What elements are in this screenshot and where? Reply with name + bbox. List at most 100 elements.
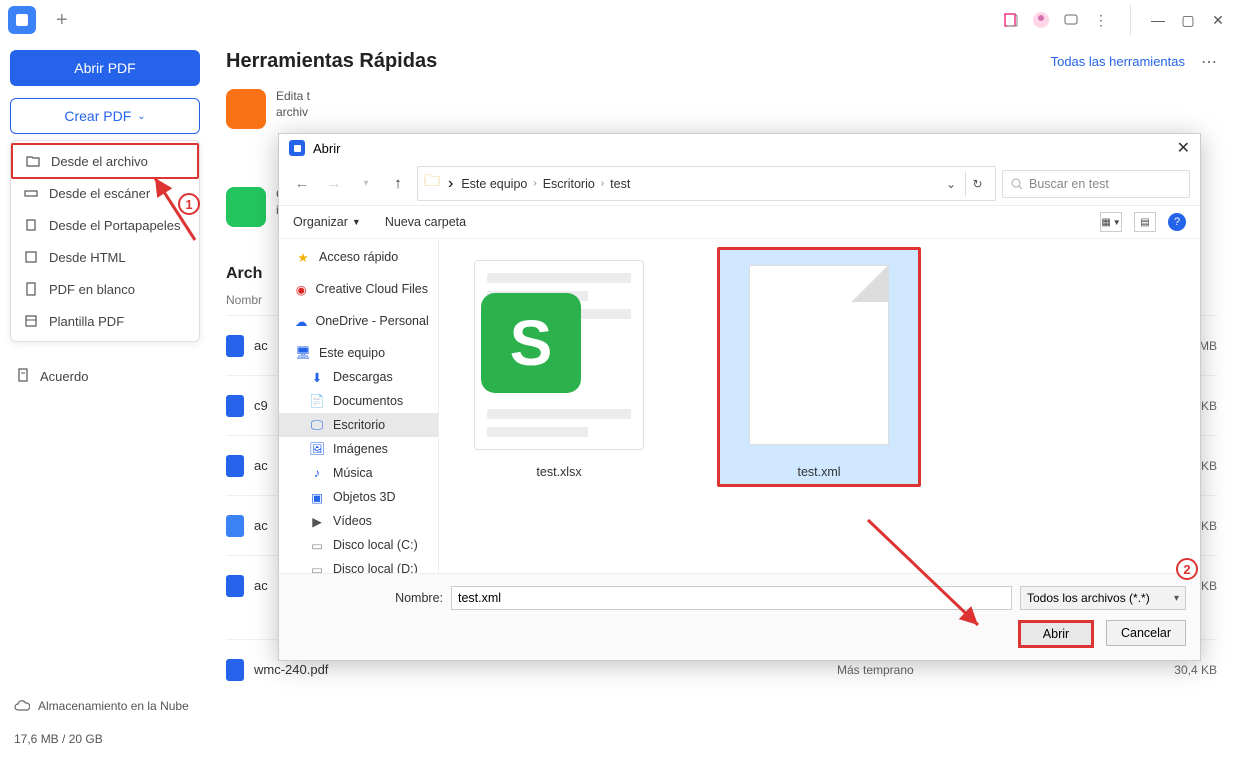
recent-size: KB [1201, 459, 1217, 473]
filename-input[interactable] [451, 586, 1012, 610]
tree-music[interactable]: ♪Música [279, 461, 438, 485]
chat-icon[interactable] [1062, 11, 1080, 29]
recent-name: ac [254, 578, 268, 593]
video-icon: ▶ [309, 513, 325, 529]
view-details-button[interactable]: ▤ [1134, 212, 1156, 232]
filetype-select[interactable]: Todos los archivos (*.*) [1020, 586, 1186, 610]
create-pdf-button[interactable]: Crear PDF ⌄ [10, 98, 200, 134]
chevron-right-icon: › [448, 175, 453, 193]
tree-desktop[interactable]: 🖵Escritorio [279, 413, 438, 437]
file-xlsx-label: test.xlsx [536, 465, 581, 479]
clipboard-icon [23, 217, 39, 233]
crumb-dropdown-button[interactable]: ⌄ [939, 172, 963, 196]
dialog-titlebar: Abrir ✕ [279, 134, 1200, 162]
crumb[interactable]: test [610, 177, 630, 191]
menu-template[interactable]: Plantilla PDF [11, 305, 199, 337]
spreadsheet-icon: S [481, 293, 581, 393]
nav-forward-button[interactable]: → [321, 171, 347, 197]
onedrive-icon: ☁ [295, 313, 308, 329]
crumb[interactable]: Este equipo [461, 177, 527, 191]
file-open-dialog: Abrir ✕ ← → ▾ ↑ 🗀 › Este equipo › Escrit… [278, 133, 1201, 661]
dialog-footer: Nombre: Todos los archivos (*.*) Abrir C… [279, 573, 1200, 660]
disk-icon: ▭ [309, 537, 325, 553]
help-button[interactable]: ? [1168, 213, 1186, 231]
cube-icon: ▣ [309, 489, 325, 505]
xml-thumb [749, 265, 889, 445]
nav-recent-button[interactable]: ▾ [353, 171, 379, 197]
file-xml-label: test.xml [797, 465, 840, 479]
open-button[interactable]: Abrir [1018, 620, 1094, 648]
titlebar: + ⋮ ― ▢ ✕ [0, 0, 1241, 40]
pdf-icon [226, 395, 244, 417]
app-logo [8, 6, 36, 34]
tree-images[interactable]: 🖼Imágenes [279, 437, 438, 461]
crumb-refresh-button[interactable]: ↻ [965, 172, 989, 196]
menu-from-clipboard[interactable]: Desde el Portapapeles [11, 209, 199, 241]
recent-name: ac [254, 458, 268, 473]
dialog-close-button[interactable]: ✕ [1177, 138, 1190, 158]
music-icon: ♪ [309, 465, 325, 481]
tree-3d-objects[interactable]: ▣Objetos 3D [279, 485, 438, 509]
recent-size: 30,4 KB [1174, 663, 1217, 677]
html-icon [23, 249, 39, 265]
tree-creative-cloud[interactable]: ◉Creative Cloud Files [279, 277, 438, 301]
organize-button[interactable]: Organizar▼ [293, 215, 361, 229]
menu-template-label: Plantilla PDF [49, 314, 124, 329]
open-pdf-button[interactable]: Abrir PDF [10, 50, 200, 86]
pdf-icon [226, 659, 244, 681]
menu-from-file[interactable]: Desde el archivo [11, 143, 199, 179]
star-icon: ★ [295, 249, 311, 265]
pdf-icon [226, 515, 244, 537]
tree-onedrive[interactable]: ☁OneDrive - Personal [279, 309, 438, 333]
folder-icon: 🗀 [424, 170, 440, 197]
search-icon [1011, 178, 1023, 190]
agreement-label: Acuerdo [40, 369, 88, 384]
folder-tree: ★Acceso rápido ◉Creative Cloud Files ☁On… [279, 239, 439, 573]
sidebar-agreement[interactable]: Acuerdo [10, 360, 200, 393]
edit-tool-icon [226, 89, 266, 129]
breadcrumb[interactable]: 🗀 › Este equipo › Escritorio › test ⌄ ↻ [417, 166, 996, 201]
view-thumbs-button[interactable]: ▦▼ [1100, 212, 1122, 232]
edit-tool-text: Edita t archiv [276, 89, 310, 120]
new-folder-button[interactable]: Nueva carpeta [385, 215, 466, 229]
cloud-icon [14, 698, 30, 714]
cancel-button[interactable]: Cancelar [1106, 620, 1186, 646]
dialog-app-icon [289, 140, 305, 156]
avatar-icon[interactable] [1032, 11, 1050, 29]
nav-up-button[interactable]: ↑ [385, 171, 411, 197]
tool-card-edit[interactable]: Edita t archiv [226, 89, 1217, 129]
notes-icon[interactable] [1002, 11, 1020, 29]
search-input[interactable]: Buscar en test [1002, 170, 1190, 198]
tree-this-pc[interactable]: 🖥Este equipo [279, 341, 438, 365]
tree-downloads[interactable]: ⬇Descargas [279, 365, 438, 389]
menu-from-scanner[interactable]: Desde el escáner [11, 177, 199, 209]
menu-from-html[interactable]: Desde HTML [11, 241, 199, 273]
maximize-button[interactable]: ▢ [1173, 5, 1203, 35]
create-pdf-label: Crear PDF [64, 108, 131, 124]
pdf-icon [226, 575, 244, 597]
recent-size: KB [1201, 399, 1217, 413]
more-icon[interactable]: ⋯ [1201, 52, 1217, 72]
tree-quick-access[interactable]: ★Acceso rápido [279, 245, 438, 269]
crumb[interactable]: Escritorio [543, 177, 595, 191]
nav-back-button[interactable]: ← [289, 171, 315, 197]
content-header-right: Todas las herramientas ⋯ [1051, 52, 1217, 72]
template-icon [23, 313, 39, 329]
tree-documents[interactable]: 📄Documentos [279, 389, 438, 413]
menu-clip-label: Desde el Portapapeles [49, 218, 181, 233]
dialog-nav: ← → ▾ ↑ 🗀 › Este equipo › Escritorio › t… [279, 162, 1200, 206]
tree-videos[interactable]: ▶Vídeos [279, 509, 438, 533]
filetype-value: Todos los archivos (*.*) [1027, 591, 1150, 605]
new-tab-button[interactable]: + [48, 9, 76, 32]
close-window-button[interactable]: ✕ [1203, 5, 1233, 35]
file-xlsx[interactable]: S test.xlsx [459, 249, 659, 485]
cloud-storage[interactable]: Almacenamiento en la Nube [14, 698, 196, 714]
minimize-button[interactable]: ― [1143, 5, 1173, 35]
menu-blank-pdf[interactable]: PDF en blanco [11, 273, 199, 305]
quick-tools-title: Herramientas Rápidas [226, 50, 437, 73]
tree-disk-d[interactable]: ▭Disco local (D:) [279, 557, 438, 573]
all-tools-link[interactable]: Todas las herramientas [1051, 54, 1185, 69]
file-xml[interactable]: test.xml [719, 249, 919, 485]
tree-disk-c[interactable]: ▭Disco local (C:) [279, 533, 438, 557]
kebab-icon[interactable]: ⋮ [1092, 11, 1110, 29]
